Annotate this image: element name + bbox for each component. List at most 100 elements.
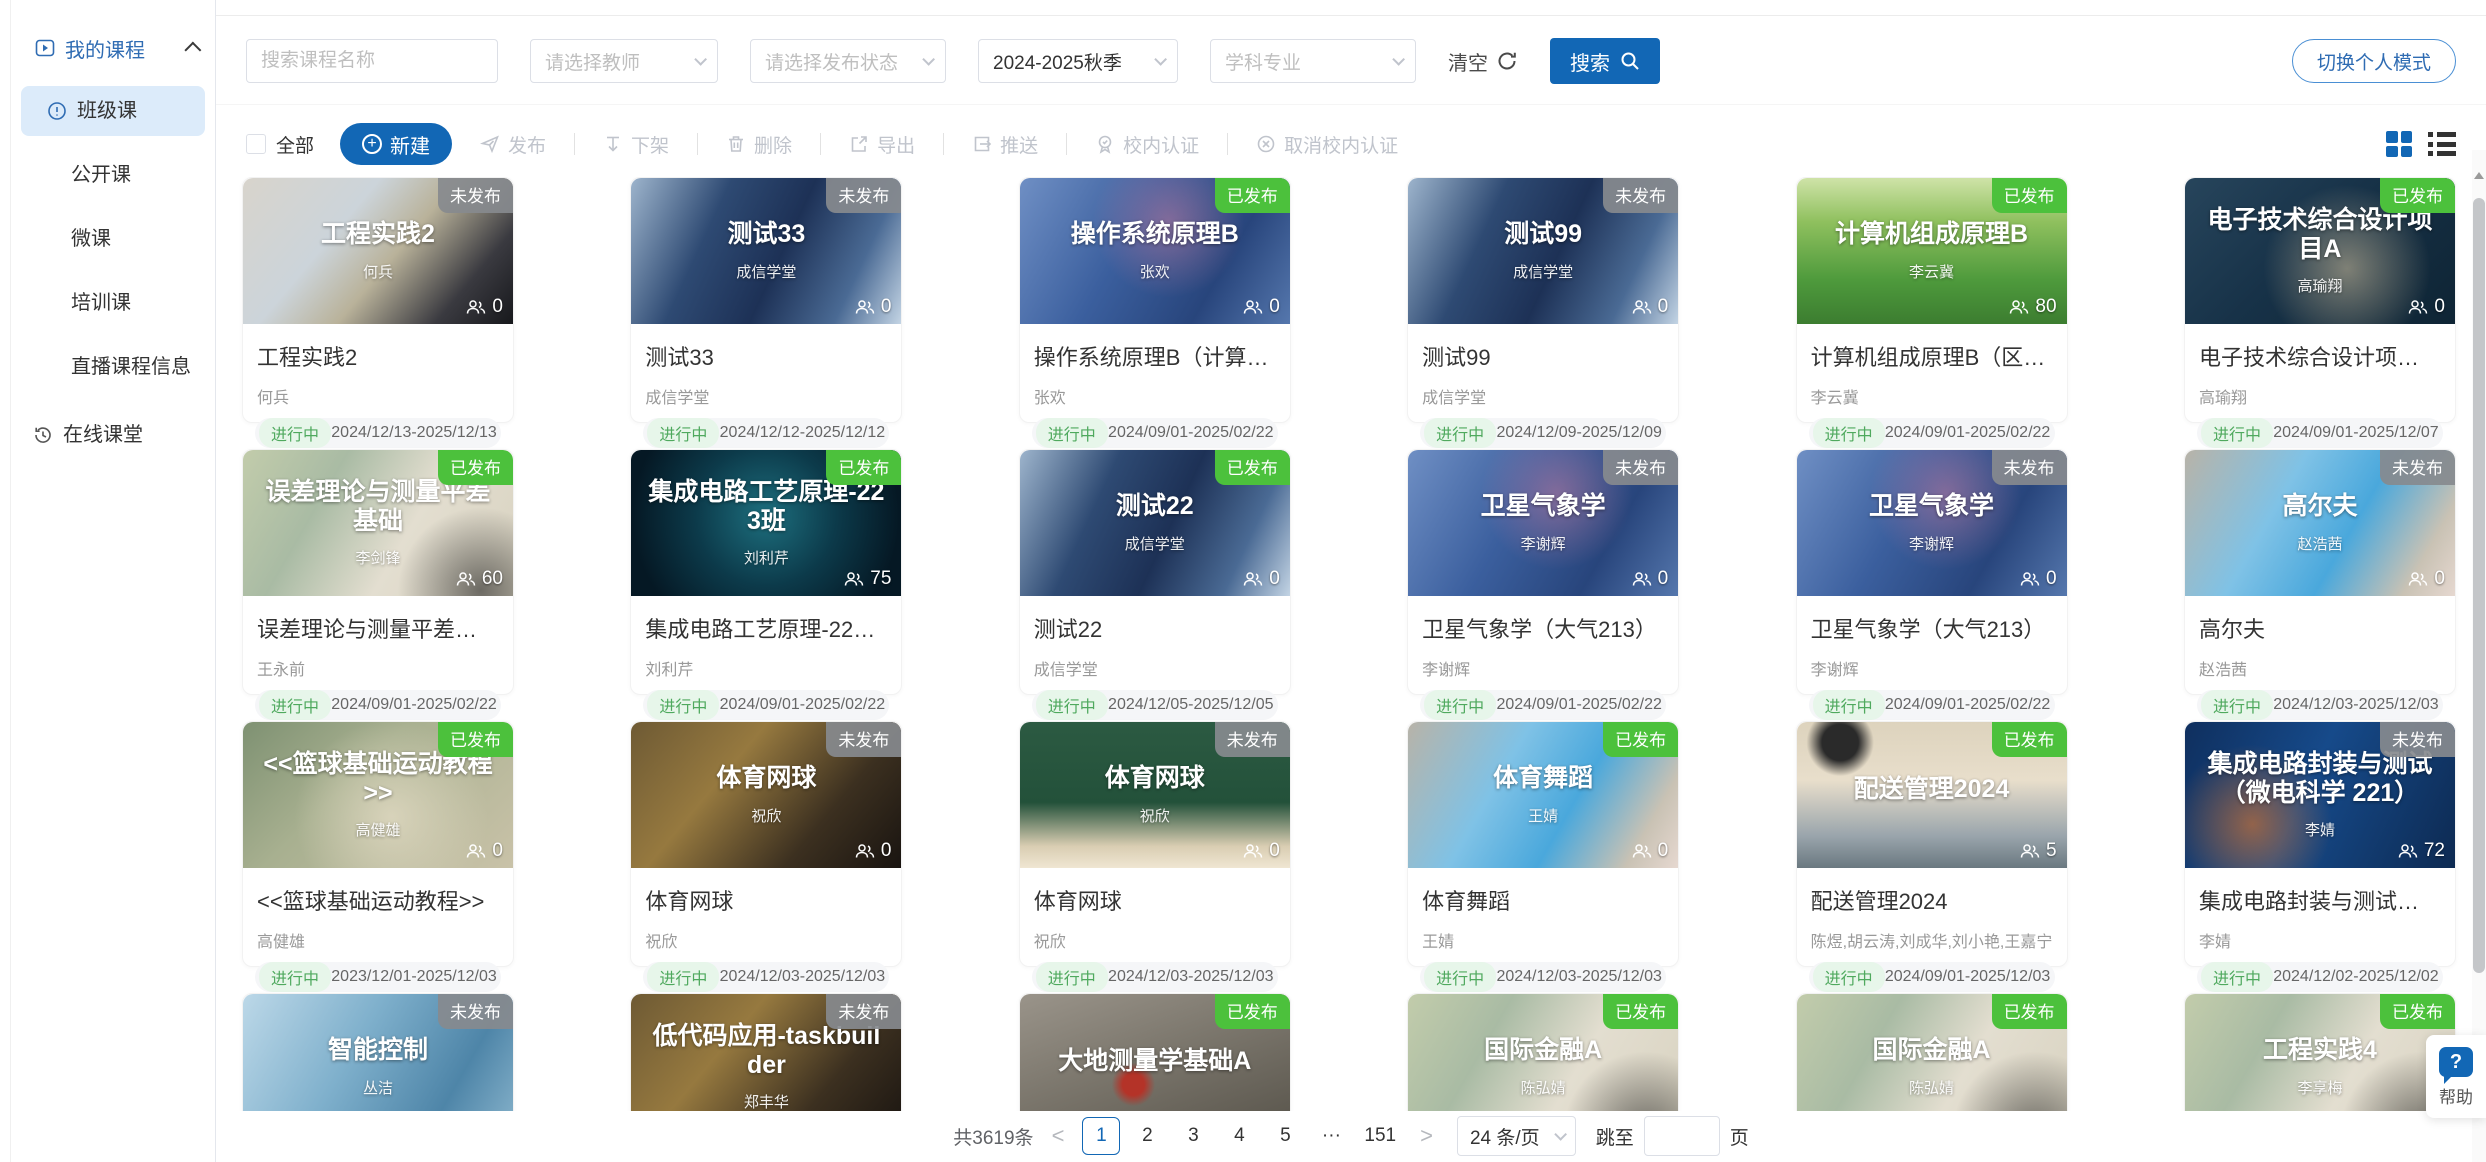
publish-status-badge: 未发布 [2380,450,2455,485]
course-name-search-field[interactable] [246,39,498,83]
take-down-action[interactable]: 下架 [603,131,669,158]
cover-author: 刘利芹 [744,547,789,568]
course-card[interactable]: 卫星气象学 李谢辉 未发布 0 卫星气象学（大气213） 李谢辉 进行中 202… [1407,449,1679,695]
new-course-button[interactable]: + 新建 [340,123,452,165]
prev-page-arrow[interactable]: < [1048,1123,1069,1149]
course-card[interactable]: 集成电路工艺原理-223班 刘利芹 已发布 75 集成电路工艺原理-223班..… [630,449,902,695]
course-card[interactable]: 高尔夫 赵浩茜 未发布 0 高尔夫 赵浩茜 进行中 2024/12/03-202… [2184,449,2456,695]
sidebar-group-my-courses[interactable]: 我的课程 [11,30,215,66]
publish-action[interactable]: 发布 [480,131,546,158]
cover-title: 误差理论与测量平差基础 [257,478,499,536]
course-card[interactable]: 体育舞蹈 王婧 已发布 0 体育舞蹈 王婧 进行中 2024/12/03-202… [1407,721,1679,967]
sidebar-item-training-course[interactable]: 培训课 [11,278,215,328]
teacher-select[interactable]: 请选择教师 [530,39,718,83]
course-card[interactable]: 工程实践2 何兵 未发布 0 工程实践2 何兵 进行中 2024/12/13-2… [242,177,514,423]
trash-icon [726,134,746,154]
scrollbar-up-arrow[interactable] [2474,172,2484,179]
export-action[interactable]: 导出 [849,131,915,158]
course-card[interactable]: 低代码应用-taskbuilder 郑丰华 未发布 低代码应用-taskbuil… [630,993,902,1111]
select-all-checkbox[interactable] [246,134,266,154]
course-card[interactable]: 电子技术综合设计项目A 高瑜翔 已发布 0 电子技术综合设计项目A（... 高瑜… [2184,177,2456,423]
course-card[interactable]: <<篮球基础运动教程>> 高健雄 已发布 0 <<篮球基础运动教程>> 高健雄 … [242,721,514,967]
course-card[interactable]: 国际金融A 陈弘婧 已发布 国际金融A 进行中 [1407,993,1679,1111]
publish-status-select[interactable]: 请选择发布状态 [750,39,946,83]
course-card[interactable]: 体育网球 祝欣 未发布 0 体育网球 祝欣 进行中 2024/12/03-202… [630,721,902,967]
sidebar-item-label: 在线课堂 [63,410,143,460]
course-card[interactable]: 配送管理2024 已发布 5 配送管理2024 陈煜,胡云涛,刘成华,刘小艳,王… [1796,721,2068,967]
student-count: 72 [2398,840,2445,862]
course-card[interactable]: 大地测量学基础A 已发布 大地测量学基础A 进行中 [1019,993,1291,1111]
push-action[interactable]: 推送 [972,131,1038,158]
term-select[interactable]: 2024-2025秋季 [978,39,1178,83]
student-count-value: 0 [1658,296,1669,318]
course-teacher: 成信学堂 [1032,656,1278,680]
cover-title: 电子技术综合设计项目A [2199,206,2441,264]
course-cover: 集成电路封装与测试（微电科学 221） 李婧 未发布 72 [2185,722,2455,868]
course-meta: 进行中 2024/09/01-2025/02/22 [1032,418,1278,448]
course-title: 集成电路工艺原理-223班... [643,606,889,644]
page-number[interactable]: 151 [1358,1117,1402,1155]
page-number[interactable]: 2 [1128,1117,1166,1155]
sidebar-item-online-classroom[interactable]: 在线课堂 [11,410,215,460]
student-count: 0 [1243,840,1280,862]
cover-title: 体育网球 [1105,764,1205,793]
grid-view-icon[interactable] [2386,131,2412,157]
course-dates: 2024/09/01-2025/02/22 [1885,696,2051,714]
course-title: <<篮球基础运动教程>> [255,878,501,916]
publish-status-badge: 已发布 [1603,722,1678,757]
jump-page-input[interactable] [1644,1116,1720,1156]
course-card[interactable]: 测试99 成信学堂 未发布 0 测试99 成信学堂 进行中 2024/12/09… [1407,177,1679,423]
publish-status-badge: 未发布 [2380,722,2455,757]
delete-action[interactable]: 删除 [726,131,792,158]
next-page-arrow[interactable]: > [1416,1123,1437,1149]
subject-select-placeholder: 学科专业 [1225,48,1301,75]
sidebar-item-class-course[interactable]: 班级课 [21,86,205,136]
course-card[interactable]: 测试33 成信学堂 未发布 0 测试33 成信学堂 进行中 2024/12/12… [630,177,902,423]
subject-select[interactable]: 学科专业 [1210,39,1416,83]
student-count: 0 [855,296,892,318]
course-teacher: 何兵 [255,384,501,408]
scrollbar-thumb[interactable] [2473,198,2485,973]
page-number[interactable]: 5 [1266,1117,1304,1155]
search-input[interactable] [261,50,483,72]
help-widget[interactable]: ? 帮助 [2426,1035,2486,1118]
course-card[interactable]: 误差理论与测量平差基础 李剑锋 已发布 60 误差理论与测量平差基础... 王永… [242,449,514,695]
course-card[interactable]: 国际金融A 陈弘婧 已发布 国际金融A 进行中 [1796,993,2068,1111]
switch-personal-mode-button[interactable]: 切换个人模式 [2292,39,2456,83]
course-card[interactable]: 智能控制 丛洁 未发布 智能控制 进行中 [242,993,514,1111]
course-dates: 2024/12/09-2025/12/09 [1496,424,1662,442]
course-card[interactable]: 工程实践4 李享梅 已发布 工程实践4 进行中 [2184,993,2456,1111]
student-count: 0 [2408,296,2445,318]
certify-action[interactable]: 校内认证 [1095,131,1199,158]
page-size-select[interactable]: 24 条/页 [1457,1116,1576,1156]
course-cover: 大地测量学基础A 已发布 [1020,994,1290,1111]
course-meta: 进行中 2024/12/13-2025/12/13 [255,418,501,448]
sidebar-item-live-course-info[interactable]: 直播课程信息 [11,342,215,392]
course-cover: 卫星气象学 李谢辉 未发布 0 [1408,450,1678,596]
clear-filters-button[interactable]: 清空 [1448,47,1518,76]
course-card[interactable]: 测试22 成信学堂 已发布 0 测试22 成信学堂 进行中 2024/12/05… [1019,449,1291,695]
course-card[interactable]: 集成电路封装与测试（微电科学 221） 李婧 未发布 72 集成电路封装与测试（… [2184,721,2456,967]
course-card[interactable]: 操作系统原理B 张欢 已发布 0 操作系统原理B（计算机22... 张欢 进行中… [1019,177,1291,423]
uncertify-action[interactable]: 取消校内认证 [1256,131,1398,158]
sidebar-item-micro-course[interactable]: 微课 [11,214,215,264]
search-button[interactable]: 搜索 [1550,38,1660,84]
course-card[interactable]: 卫星气象学 李谢辉 未发布 0 卫星气象学（大气213） 李谢辉 进行中 202… [1796,449,2068,695]
card-body: 体育网球 祝欣 进行中 2024/12/03-2025/12/03 [631,868,901,992]
page-number[interactable]: 1 [1082,1117,1120,1155]
publish-status-badge: 未发布 [826,994,901,1029]
page-number[interactable]: 3 [1174,1117,1212,1155]
card-body: 集成电路封装与测试（微... 李婧 进行中 2024/12/02-2025/12… [2185,868,2455,992]
cover-author: 郑丰华 [744,1091,789,1111]
course-dates: 2024/09/01-2025/02/22 [1885,424,2051,442]
sidebar-item-open-course[interactable]: 公开课 [11,150,215,200]
list-view-icon[interactable] [2428,132,2456,156]
course-card[interactable]: 体育网球 祝欣 未发布 0 体育网球 祝欣 进行中 2024/12/03-202… [1019,721,1291,967]
page-number[interactable]: ··· [1312,1117,1350,1155]
card-body: 电子技术综合设计项目A（... 高瑜翔 进行中 2024/09/01-2025/… [2185,324,2455,448]
page-number[interactable]: 4 [1220,1117,1258,1155]
course-dates: 2024/12/02-2025/12/02 [2273,968,2439,986]
people-icon [2398,843,2418,859]
course-card[interactable]: 计算机组成原理B 李云冀 已发布 80 计算机组成原理B（区块链... 李云冀 … [1796,177,2068,423]
scrollbar-track[interactable] [2472,150,2486,1162]
